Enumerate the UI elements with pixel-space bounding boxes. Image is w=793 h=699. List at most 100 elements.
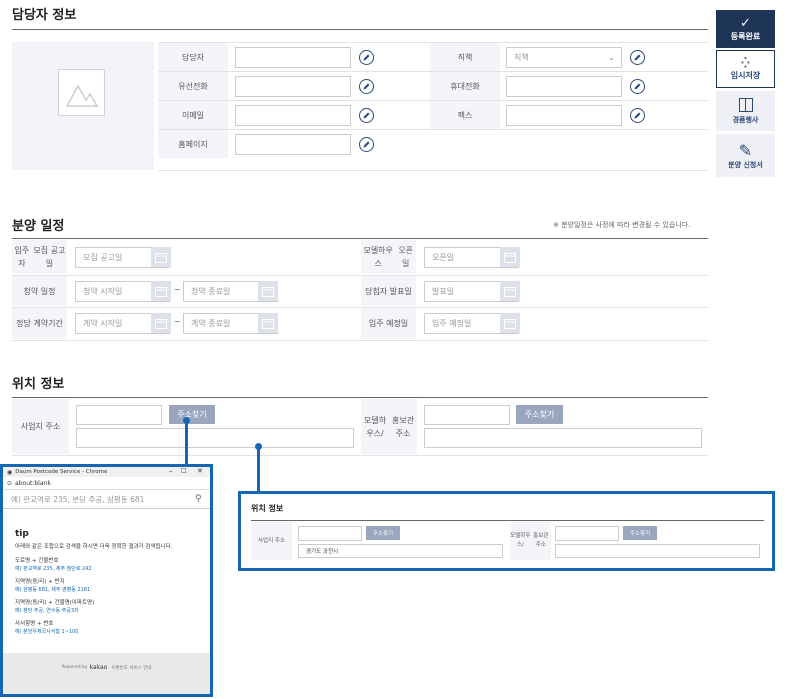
popup-urlbar[interactable]: ⊙ about:blank — [3, 477, 210, 490]
edit-pencil-icon[interactable] — [359, 50, 374, 65]
zoom-model-label: 모델하우스/홍보관 주소 — [510, 522, 551, 560]
check-icon: ✓ — [740, 15, 751, 31]
temp-save-button[interactable]: ⁛ 임시저장 — [716, 50, 775, 88]
fax-input[interactable] — [506, 105, 622, 126]
model-address-input[interactable] — [424, 428, 702, 448]
location-section-title: 위치 정보 — [12, 377, 65, 392]
recruit-notice-label: 입주자 모집 공고일 — [12, 240, 67, 273]
connector-line — [257, 446, 260, 492]
phone-input[interactable] — [235, 76, 351, 97]
site-zipcode-input[interactable] — [76, 405, 162, 425]
postcode-search-input[interactable]: 예) 판교역로 235, 분당 주공, 삼평동 681 ⚲ — [3, 491, 210, 509]
edit-pencil-icon[interactable] — [630, 50, 645, 65]
photo-frame — [12, 42, 154, 170]
chevron-down-icon: ⌄ — [608, 53, 615, 62]
postcode-guide-link[interactable]: 우편번호 서비스 안내 — [111, 665, 151, 671]
range-tilde: ~ — [174, 317, 181, 326]
recruit-label-line1: 입주자 — [14, 245, 30, 268]
model-address-label: 모델하우스/홍보관 주소 — [361, 399, 417, 454]
search-icon[interactable]: ⚲ — [195, 494, 202, 504]
popup-titlebar: ◉ Daum Postcode Service - Chrome – □ ✕ — [3, 467, 210, 477]
calendar-icon[interactable] — [151, 247, 171, 267]
calendar-icon[interactable] — [151, 281, 171, 301]
calendar-icon[interactable] — [500, 313, 520, 333]
calendar-icon[interactable] — [151, 313, 171, 333]
email-input[interactable] — [235, 105, 351, 126]
model-address-search-button[interactable]: 주소찾기 — [516, 405, 563, 424]
calendar-icon[interactable] — [500, 281, 520, 301]
row-divider — [12, 275, 708, 276]
homepage-input[interactable] — [235, 134, 351, 155]
gift-event-label: 경품행사 — [732, 115, 759, 124]
powered-by-text: Powered by — [61, 665, 88, 670]
popup-window-title: Daum Postcode Service - Chrome — [15, 469, 108, 475]
zoom-model-address[interactable] — [555, 544, 760, 558]
contract-end-placeholder: 계약 종료일 — [191, 319, 231, 328]
zoom-site-zipcode[interactable] — [298, 526, 362, 541]
contract-start-placeholder: 계약 시작일 — [83, 319, 123, 328]
zoom-model-search-button[interactable]: 주소찾기 — [623, 526, 657, 540]
movein-label: 입주 예정일 — [361, 308, 416, 339]
page-icon: ⊙ — [7, 479, 13, 487]
calendar-icon[interactable] — [258, 313, 278, 333]
register-complete-button[interactable]: ✓ 등록완료 — [716, 10, 775, 48]
gift-event-button[interactable]: 경품행사 — [716, 91, 775, 131]
maximize-icon[interactable]: □ — [181, 467, 187, 474]
movein-date-placeholder: 입주 예정일 — [432, 319, 472, 328]
zoom-model-zipcode[interactable] — [555, 526, 619, 541]
model-open-line1: 모델하우스 — [363, 245, 393, 268]
edit-pencil-icon[interactable] — [359, 137, 374, 152]
mobile-input[interactable] — [506, 76, 622, 97]
model-open-placeholder: 오픈일 — [432, 253, 455, 262]
apply-schedule-label: 청약 일정 — [12, 276, 67, 306]
tip-description: 아래와 같은 조합으로 검색을 하시면 더욱 정확한 결과가 검색됩니다. — [15, 544, 173, 550]
zoom-model-line1: 모델하우스/ — [510, 533, 531, 548]
edit-pencil-icon[interactable] — [359, 79, 374, 94]
tip-example: 예) 판교역로 235, 제주 첨단로 242 — [15, 566, 92, 572]
person-label: 담당자 — [158, 43, 228, 71]
close-icon[interactable]: ✕ — [197, 467, 203, 475]
site-address-input[interactable] — [76, 428, 354, 448]
zoom-site-search-button[interactable]: 주소찾기 — [366, 526, 400, 540]
divider — [12, 397, 708, 398]
calendar-icon[interactable] — [500, 247, 520, 267]
tip-example: 예) 분당우체국사서함 1~100 — [15, 629, 79, 635]
popup-footer: Powered by kakao 우편번호 서비스 안내 — [3, 653, 210, 694]
edit-pencil-icon[interactable] — [630, 79, 645, 94]
zoom-title: 위치 정보 — [251, 504, 284, 513]
register-complete-label: 등록완료 — [730, 31, 761, 41]
row-divider — [12, 455, 708, 456]
recruit-label-line2: 모집 공고일 — [33, 245, 66, 268]
tip-title: tip — [15, 529, 29, 539]
row-divider — [158, 129, 708, 130]
row-divider — [12, 307, 708, 308]
divider — [251, 520, 764, 521]
calendar-icon[interactable] — [258, 281, 278, 301]
position-label: 직책 — [430, 43, 500, 71]
site-address-label: 사업지 주소 — [12, 399, 69, 454]
schedule-note: ※ 분양일정은 사정에 따라 변경될 수 있습니다. — [553, 221, 691, 229]
position-select[interactable]: 직책 ⌄ — [506, 47, 622, 68]
edit-pencil-icon[interactable] — [630, 108, 645, 123]
minimize-icon[interactable]: – — [169, 467, 173, 475]
edit-pencil-icon[interactable] — [359, 108, 374, 123]
popup-url: about:blank — [15, 479, 51, 487]
divider — [12, 29, 708, 30]
recruit-date-placeholder: 모집 공고일 — [83, 253, 123, 262]
winner-date-placeholder: 발표일 — [432, 287, 455, 296]
image-placeholder-icon[interactable] — [58, 69, 105, 116]
contract-period-label: 정당 계약기간 — [12, 308, 67, 339]
model-zipcode-input[interactable] — [424, 405, 510, 425]
person-input[interactable] — [235, 47, 351, 68]
zoom-site-address[interactable]: 경기도 과천시 — [298, 544, 503, 558]
zoom-site-address-value: 경기도 과천시 — [306, 549, 339, 555]
winner-label: 당첨자 발표일 — [361, 276, 416, 306]
application-form-button[interactable]: ✎ 분양 신청서 — [716, 134, 775, 177]
position-select-value: 직책 — [514, 53, 529, 62]
site-address-search-button[interactable]: 주소찾기 — [169, 405, 215, 424]
gift-icon — [738, 97, 753, 112]
contact-section-title: 담당자 정보 — [12, 8, 77, 23]
loading-icon: ⁛ — [741, 57, 750, 69]
tip-heading: 사서함명 + 번호 — [15, 621, 54, 627]
fax-label: 팩스 — [430, 101, 500, 129]
